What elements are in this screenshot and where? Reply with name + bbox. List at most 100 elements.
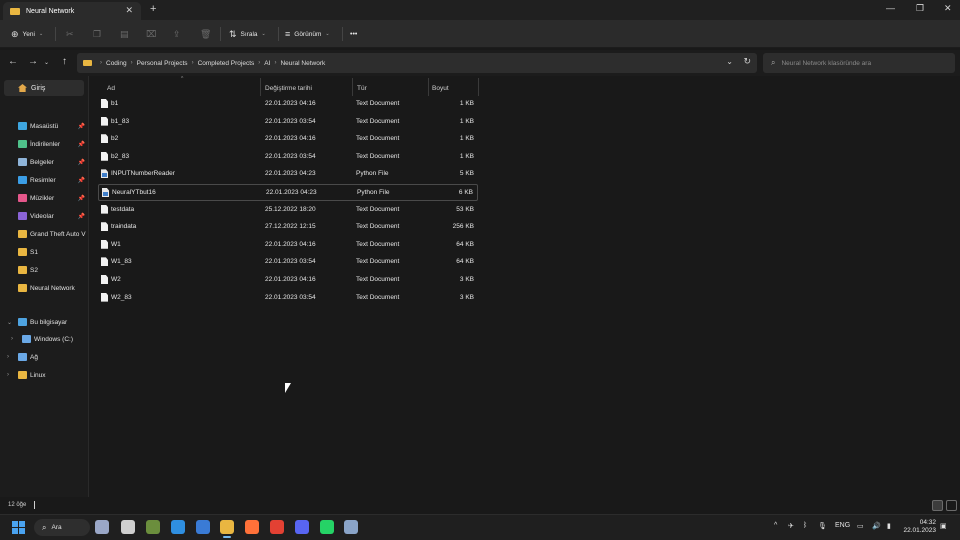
refresh-icon[interactable]: ↻ [743, 56, 751, 67]
sidebar-item-4[interactable]: Müzikler 📌 [0, 190, 89, 206]
sidebar-item-5[interactable]: Videolar 📌 [0, 208, 89, 224]
table-row[interactable]: W1 22.01.2023 04:16 Text Document 64 KB [98, 237, 478, 254]
up-arrow-icon[interactable]: ↑ [62, 56, 67, 67]
display-icon[interactable]: ▭ [857, 522, 864, 530]
column-header-name[interactable]: Ad [107, 80, 115, 96]
table-row[interactable]: W2_83 22.01.2023 03:54 Text Document 3 KB [98, 290, 478, 307]
tab-close-icon[interactable]: ✕ [125, 5, 133, 16]
firefox-app-icon[interactable] [245, 520, 259, 534]
app-blue-icon[interactable] [196, 520, 210, 534]
task-view-app-icon[interactable] [95, 520, 109, 534]
chevron-right-icon[interactable]: › [7, 372, 9, 378]
chevron-right-icon[interactable]: › [7, 354, 9, 360]
breadcrumb-coding[interactable]: Coding [106, 60, 127, 67]
more-options-button[interactable]: ••• [350, 20, 357, 48]
table-row[interactable]: testdata 25.12.2022 18:20 Text Document 53 … [98, 202, 478, 219]
column-header-type[interactable]: Tür [357, 80, 367, 96]
new-button[interactable]: ⊕ Yeni ⌄ [11, 20, 43, 48]
copy-button[interactable]: ❐ [93, 20, 105, 48]
sidebar-item-home[interactable]: Giriş [4, 80, 84, 96]
show-hidden-icons-icon[interactable]: ^ [774, 522, 777, 529]
vscode-app-icon[interactable] [171, 520, 185, 534]
tree-item-0[interactable]: ⌄ Bu bilgisayar [0, 314, 89, 330]
forward-arrow-icon[interactable]: → [28, 56, 38, 67]
column-header-size[interactable]: Boyut [432, 80, 449, 96]
table-row[interactable]: b1 22.01.2023 04:16 Text Document 1 KB [98, 96, 478, 113]
sidebar-item-2[interactable]: Belgeler 📌 [0, 154, 89, 170]
table-row[interactable]: W2 22.01.2023 04:16 Text Document 3 KB [98, 272, 478, 289]
minimize-button[interactable]: — [886, 3, 895, 13]
notification-icon[interactable]: ▣ [940, 522, 947, 530]
table-row[interactable]: b2 22.01.2023 04:16 Text Document 1 KB [98, 131, 478, 148]
address-bar[interactable]: › Coding › Personal Projects › Completed… [77, 53, 757, 73]
delete-button[interactable]: 🗑 [200, 20, 215, 48]
sidebar-item-7[interactable]: S1 [0, 244, 89, 260]
tree-item-3[interactable]: › Linux [0, 367, 89, 383]
address-dropdown-icon[interactable]: ⌄ [726, 57, 733, 66]
bluetooth-icon[interactable]: ᛒ [803, 522, 807, 529]
taskbar-search[interactable]: ⌕ Ara [34, 519, 90, 536]
breadcrumb-personal-projects[interactable]: Personal Projects [137, 60, 188, 67]
microphone-icon[interactable]: 🎙 [818, 522, 827, 530]
discord-app-icon[interactable] [295, 520, 309, 534]
column-separator[interactable] [260, 78, 261, 96]
breadcrumb-neural-network[interactable]: Neural Network [280, 60, 325, 67]
table-row[interactable]: INPUTNumberReader 22.01.2023 04:23 Python … [98, 166, 478, 183]
view-button[interactable]: ≡ Görünüm ⌄ [285, 20, 330, 48]
tree-item-label: Linux [30, 371, 46, 379]
maximize-button[interactable]: ❐ [916, 3, 924, 14]
chevron-down-icon[interactable]: ⌄ [7, 319, 12, 326]
table-row[interactable]: traindata 27.12.2022 12:15 Text Document 25… [98, 219, 478, 236]
back-arrow-icon[interactable]: ← [8, 56, 18, 67]
table-row[interactable]: W1_83 22.01.2023 03:54 Text Document 64 KB [98, 254, 478, 271]
recent-chevron-icon[interactable]: ⌄ [44, 59, 49, 66]
new-tab-button[interactable]: + [150, 3, 156, 15]
chevron-down-icon: ⌄ [261, 31, 266, 37]
rename-button[interactable]: ⌧ [146, 20, 160, 48]
search-icon: ⌕ [42, 522, 47, 532]
sidebar-item-8[interactable]: S2 [0, 262, 89, 278]
sidebar-item-0[interactable]: Masaüstü 📌 [0, 118, 89, 134]
breadcrumb-completed-projects[interactable]: Completed Projects [198, 60, 255, 67]
search-box[interactable]: ⌕ [763, 53, 955, 73]
sidebar-item-9[interactable]: Neural Network [0, 280, 89, 296]
chrome-app-icon[interactable] [270, 520, 284, 534]
tree-item-2[interactable]: › Ağ [0, 349, 89, 365]
file-explorer-app-icon[interactable] [220, 520, 234, 538]
search-input[interactable] [781, 59, 942, 67]
minecraft-app-icon[interactable] [146, 520, 160, 534]
start-button[interactable] [12, 521, 25, 534]
table-row[interactable]: NeuralYTbut16 22.01.2023 04:23 Python File… [98, 184, 478, 201]
sidebar-item-6[interactable]: Grand Theft Auto V [0, 226, 89, 242]
tiles-view-icon[interactable] [946, 500, 957, 511]
chevron-right-icon[interactable]: › [11, 336, 13, 342]
column-separator[interactable] [352, 78, 353, 96]
cut-button[interactable]: ✂ [66, 20, 78, 48]
table-row[interactable]: b1_83 22.01.2023 03:54 Text Document 1 KB [98, 114, 478, 131]
pin-icon: 📌 [77, 123, 85, 130]
battery-icon[interactable]: ▮ [887, 522, 891, 530]
tab-neural-network[interactable]: Neural Network ✕ [3, 2, 141, 20]
file-name: W1 [111, 240, 121, 248]
details-view-icon[interactable] [932, 500, 943, 511]
tray-app-icon[interactable]: ✈ [788, 522, 794, 530]
sidebar-item-1[interactable]: İndirilenler 📌 [0, 136, 89, 152]
column-separator[interactable] [428, 78, 429, 96]
share-button[interactable]: ⇪ [173, 20, 185, 48]
column-header-modified[interactable]: Değiştirme tarihi [265, 80, 312, 96]
sort-button[interactable]: ⇅ Sırala ⌄ [229, 20, 266, 48]
settings-app-icon[interactable] [344, 520, 358, 534]
table-row[interactable]: b2_83 22.01.2023 03:54 Text Document 1 KB [98, 149, 478, 166]
volume-icon[interactable]: 🔊 [872, 522, 881, 530]
whatsapp-app-icon[interactable] [320, 520, 334, 534]
column-separator[interactable] [478, 78, 479, 96]
obs-app-icon[interactable] [121, 520, 135, 534]
language-indicator[interactable]: ENG [835, 522, 850, 529]
sidebar-item-3[interactable]: Resimler 📌 [0, 172, 89, 188]
breadcrumb-ai[interactable]: AI [264, 60, 270, 67]
clock[interactable]: 04:32 22.01.2023 [903, 519, 936, 535]
tree-item-1[interactable]: › Windows (C:) [0, 331, 89, 347]
close-window-button[interactable]: ✕ [944, 3, 952, 14]
paste-button[interactable]: ▤ [120, 20, 133, 48]
chevron-right-icon: › [274, 60, 277, 66]
